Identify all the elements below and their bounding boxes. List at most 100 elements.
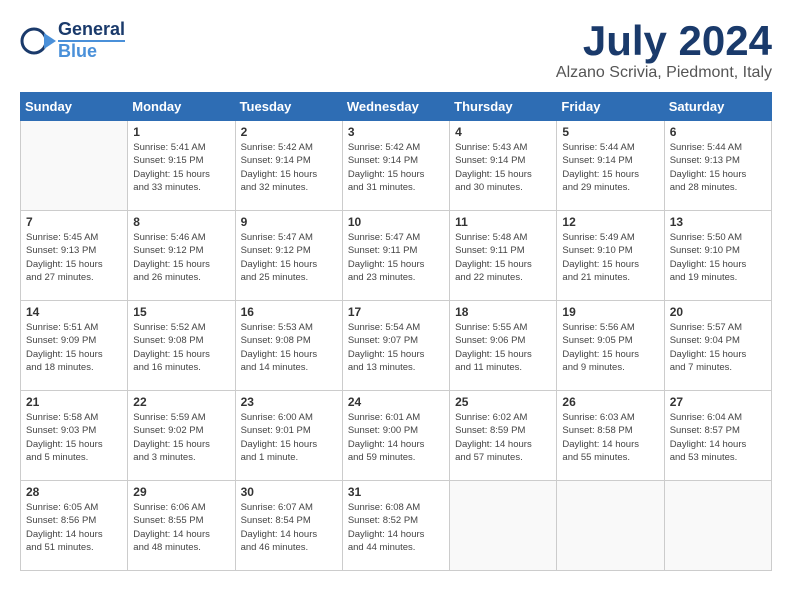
calendar-cell: 24 Sunrise: 6:01 AM Sunset: 9:00 PM Dayli… [342,391,449,481]
day-info: Sunrise: 5:48 AM Sunset: 9:11 PM Dayligh… [455,231,551,284]
calendar-cell: 4 Sunrise: 5:43 AM Sunset: 9:14 PM Daylig… [450,121,557,211]
calendar-cell: 7 Sunrise: 5:45 AM Sunset: 9:13 PM Daylig… [21,211,128,301]
day-number: 25 [455,395,551,409]
day-info: Sunrise: 5:51 AM Sunset: 9:09 PM Dayligh… [26,321,122,374]
calendar-cell: 15 Sunrise: 5:52 AM Sunset: 9:08 PM Dayli… [128,301,235,391]
calendar-cell: 25Sunrise: 6:02 AM Sunset: 8:59 PM Dayli… [450,391,557,481]
calendar-cell: 10Sunrise: 5:47 AM Sunset: 9:11 PM Dayli… [342,211,449,301]
day-number: 27 [670,395,766,409]
calendar-cell: 2 Sunrise: 5:42 AM Sunset: 9:14 PM Daylig… [235,121,342,211]
day-number: 13 [670,215,766,229]
day-number: 21 [26,395,122,409]
calendar-cell: 30 Sunrise: 6:07 AM Sunset: 8:54 PM Dayli… [235,481,342,571]
day-info: Sunrise: 6:06 AM Sunset: 8:55 PM Dayligh… [133,501,229,554]
day-number: 23 [241,395,337,409]
day-info: Sunrise: 5:47 AM Sunset: 9:12 PM Dayligh… [241,231,337,284]
weekday-header-wednesday: Wednesday [342,93,449,121]
day-number: 2 [241,125,337,139]
day-info: Sunrise: 5:43 AM Sunset: 9:14 PM Dayligh… [455,141,551,194]
day-number: 16 [241,305,337,319]
day-info: Sunrise: 5:41 AM Sunset: 9:15 PM Dayligh… [133,141,229,194]
day-info: Sunrise: 5:44 AM Sunset: 9:13 PM Dayligh… [670,141,766,194]
day-info: Sunrise: 6:00 AM Sunset: 9:01 PM Dayligh… [241,411,337,464]
calendar-table: SundayMondayTuesdayWednesdayThursdayFrid… [20,92,772,571]
calendar-cell: 19 Sunrise: 5:56 AM Sunset: 9:05 PM Dayli… [557,301,664,391]
weekday-header-saturday: Saturday [664,93,771,121]
day-number: 12 [562,215,658,229]
calendar-cell [21,121,128,211]
calendar-cell: 3Sunrise: 5:42 AM Sunset: 9:14 PM Daylig… [342,121,449,211]
day-number: 4 [455,125,551,139]
calendar-cell [557,481,664,571]
day-info: Sunrise: 5:46 AM Sunset: 9:12 PM Dayligh… [133,231,229,284]
calendar-cell: 11Sunrise: 5:48 AM Sunset: 9:11 PM Dayli… [450,211,557,301]
day-number: 1 [133,125,229,139]
day-number: 8 [133,215,229,229]
calendar-cell: 12 Sunrise: 5:49 AM Sunset: 9:10 PM Dayli… [557,211,664,301]
calendar-cell: 14 Sunrise: 5:51 AM Sunset: 9:09 PM Dayli… [21,301,128,391]
day-info: Sunrise: 5:57 AM Sunset: 9:04 PM Dayligh… [670,321,766,374]
day-number: 30 [241,485,337,499]
day-number: 15 [133,305,229,319]
weekday-header-sunday: Sunday [21,93,128,121]
page-header: General Blue July 2024 Alzano Scrivia, P… [20,20,772,82]
calendar-cell: 27 Sunrise: 6:04 AM Sunset: 8:57 PM Dayli… [664,391,771,481]
calendar-cell: 22Sunrise: 5:59 AM Sunset: 9:02 PM Dayli… [128,391,235,481]
day-info: Sunrise: 6:04 AM Sunset: 8:57 PM Dayligh… [670,411,766,464]
calendar-cell: 29 Sunrise: 6:06 AM Sunset: 8:55 PM Dayli… [128,481,235,571]
calendar-cell [450,481,557,571]
calendar-cell: 21Sunrise: 5:58 AM Sunset: 9:03 PM Dayli… [21,391,128,481]
day-number: 26 [562,395,658,409]
calendar-cell: 16 Sunrise: 5:53 AM Sunset: 9:08 PM Dayli… [235,301,342,391]
day-number: 9 [241,215,337,229]
day-info: Sunrise: 6:07 AM Sunset: 8:54 PM Dayligh… [241,501,337,554]
calendar-cell: 31 Sunrise: 6:08 AM Sunset: 8:52 PM Dayli… [342,481,449,571]
calendar-cell: 8 Sunrise: 5:46 AM Sunset: 9:12 PM Daylig… [128,211,235,301]
calendar-cell: 13Sunrise: 5:50 AM Sunset: 9:10 PM Dayli… [664,211,771,301]
calendar-cell [664,481,771,571]
day-number: 14 [26,305,122,319]
calendar-cell: 18 Sunrise: 5:55 AM Sunset: 9:06 PM Dayli… [450,301,557,391]
day-number: 29 [133,485,229,499]
day-info: Sunrise: 6:05 AM Sunset: 8:56 PM Dayligh… [26,501,122,554]
day-info: Sunrise: 5:55 AM Sunset: 9:06 PM Dayligh… [455,321,551,374]
day-info: Sunrise: 5:52 AM Sunset: 9:08 PM Dayligh… [133,321,229,374]
day-info: Sunrise: 6:01 AM Sunset: 9:00 PM Dayligh… [348,411,444,464]
day-number: 28 [26,485,122,499]
day-info: Sunrise: 5:45 AM Sunset: 9:13 PM Dayligh… [26,231,122,284]
calendar-cell: 6 Sunrise: 5:44 AM Sunset: 9:13 PM Daylig… [664,121,771,211]
day-info: Sunrise: 5:49 AM Sunset: 9:10 PM Dayligh… [562,231,658,284]
day-info: Sunrise: 6:03 AM Sunset: 8:58 PM Dayligh… [562,411,658,464]
calendar-cell: 9 Sunrise: 5:47 AM Sunset: 9:12 PM Daylig… [235,211,342,301]
calendar-cell: 23 Sunrise: 6:00 AM Sunset: 9:01 PM Dayli… [235,391,342,481]
calendar-cell: 26 Sunrise: 6:03 AM Sunset: 8:58 PM Dayli… [557,391,664,481]
day-number: 20 [670,305,766,319]
day-number: 17 [348,305,444,319]
day-number: 24 [348,395,444,409]
day-info: Sunrise: 5:44 AM Sunset: 9:14 PM Dayligh… [562,141,658,194]
month-title: July 2024 [556,20,772,62]
calendar-cell: 28 Sunrise: 6:05 AM Sunset: 8:56 PM Dayli… [21,481,128,571]
calendar-cell: 1 Sunrise: 5:41 AM Sunset: 9:15 PM Daylig… [128,121,235,211]
day-number: 3 [348,125,444,139]
day-info: Sunrise: 5:54 AM Sunset: 9:07 PM Dayligh… [348,321,444,374]
weekday-header-friday: Friday [557,93,664,121]
calendar-cell: 20 Sunrise: 5:57 AM Sunset: 9:04 PM Dayli… [664,301,771,391]
title-block: July 2024 Alzano Scrivia, Piedmont, Ital… [556,20,772,82]
day-info: Sunrise: 5:42 AM Sunset: 9:14 PM Dayligh… [241,141,337,194]
day-number: 6 [670,125,766,139]
day-info: Sunrise: 5:53 AM Sunset: 9:08 PM Dayligh… [241,321,337,374]
calendar-cell: 17 Sunrise: 5:54 AM Sunset: 9:07 PM Dayli… [342,301,449,391]
day-number: 18 [455,305,551,319]
day-info: Sunrise: 5:56 AM Sunset: 9:05 PM Dayligh… [562,321,658,374]
day-number: 10 [348,215,444,229]
calendar-cell: 5 Sunrise: 5:44 AM Sunset: 9:14 PM Daylig… [557,121,664,211]
weekday-header-tuesday: Tuesday [235,93,342,121]
logo: General Blue [20,20,125,62]
day-info: Sunrise: 6:08 AM Sunset: 8:52 PM Dayligh… [348,501,444,554]
location-title: Alzano Scrivia, Piedmont, Italy [556,64,772,82]
day-number: 19 [562,305,658,319]
day-number: 7 [26,215,122,229]
day-number: 31 [348,485,444,499]
day-number: 5 [562,125,658,139]
